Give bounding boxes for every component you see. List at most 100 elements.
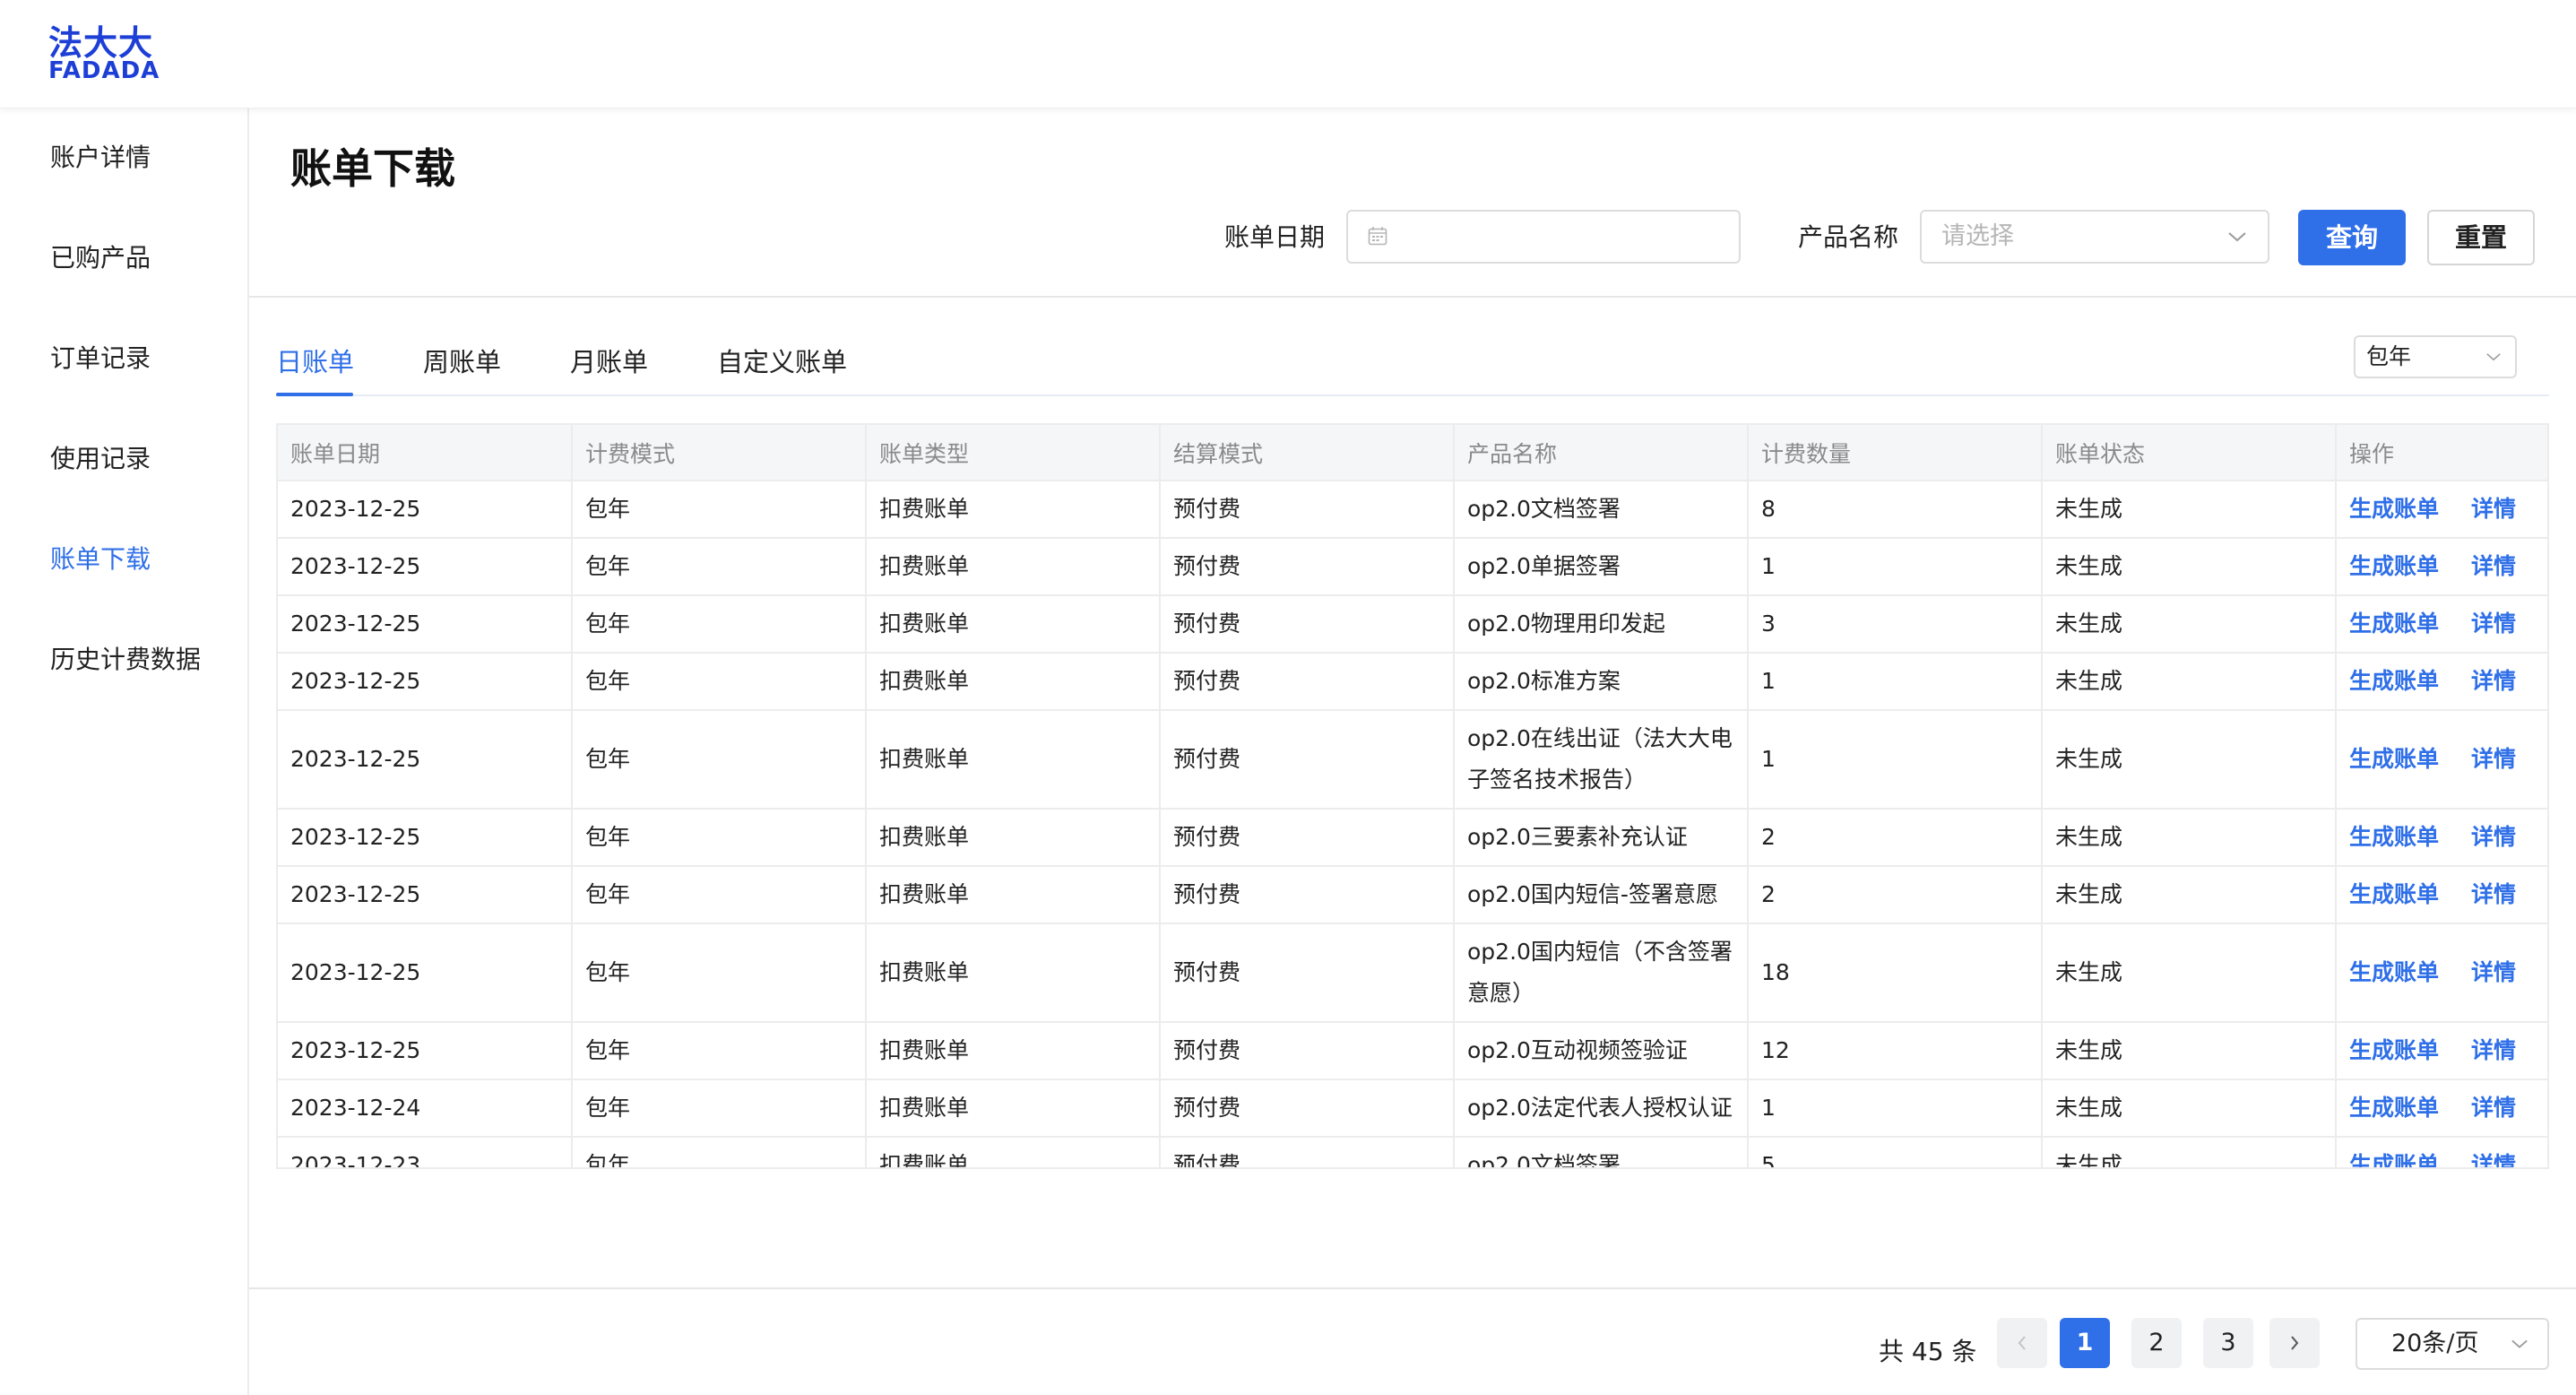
tab-daily-bill[interactable]: 日账单 <box>276 342 354 382</box>
cell-quantity: 1 <box>1748 710 2043 810</box>
detail-link[interactable]: 详情 <box>2471 668 2516 694</box>
cell-bill-date: 2023-12-25 <box>278 710 573 810</box>
detail-link[interactable]: 详情 <box>2471 881 2516 907</box>
detail-link[interactable]: 详情 <box>2471 824 2516 850</box>
generate-bill-link[interactable]: 生成账单 <box>2349 553 2439 579</box>
generate-bill-link[interactable]: 生成账单 <box>2349 881 2439 907</box>
billing-mode-select[interactable]: 包年 <box>2354 335 2517 378</box>
generate-bill-link[interactable]: 生成账单 <box>2349 496 2439 522</box>
cell-settlement-mode: 预付费 <box>1160 1137 1455 1167</box>
tab-custom-bill[interactable]: 自定义账单 <box>717 342 847 382</box>
cell-bill-status: 未生成 <box>2042 595 2337 654</box>
detail-link[interactable]: 详情 <box>2471 1095 2516 1121</box>
column-header-quantity[interactable]: 计费数量 <box>1748 425 2043 481</box>
table-row: 2023-12-25 包年 扣费账单 预付费 op2.0国内短信（不含签署意愿） 18 未生… <box>278 923 2547 1023</box>
sidebar: 账户详情 已购产品 订单记录 使用记录 账单下载 历史计费数据 <box>0 108 249 1395</box>
sidebar-item-usage-records[interactable]: 使用记录 <box>50 432 151 486</box>
sidebar-item-bill-download[interactable]: 账单下载 <box>50 533 151 586</box>
column-header-product-name[interactable]: 产品名称 <box>1454 425 1749 481</box>
reset-button[interactable]: 重置 <box>2427 210 2535 265</box>
cell-product-name: op2.0互动视频签验证 <box>1454 1022 1749 1080</box>
cell-product-name: op2.0物理用印发起 <box>1454 595 1749 654</box>
detail-link[interactable]: 详情 <box>2471 611 2516 637</box>
column-header-actions: 操作 <box>2336 425 2547 481</box>
bill-date-label: 账单日期 <box>1224 222 1326 252</box>
cell-bill-date: 2023-12-25 <box>278 538 573 596</box>
sidebar-item-order-records[interactable]: 订单记录 <box>50 332 151 386</box>
cell-bill-type: 扣费账单 <box>866 710 1161 810</box>
chevron-right-icon <box>2291 1336 2299 1350</box>
generate-bill-link[interactable]: 生成账单 <box>2349 1095 2439 1121</box>
generate-bill-link[interactable]: 生成账单 <box>2349 668 2439 694</box>
detail-link[interactable]: 详情 <box>2471 746 2516 772</box>
top-bar: 法大大 FADADA <box>0 0 2576 108</box>
column-header-bill-type[interactable]: 账单类型 <box>866 425 1161 481</box>
sidebar-item-history-billing[interactable]: 历史计费数据 <box>50 633 201 687</box>
bill-date-picker[interactable] <box>1346 210 1741 264</box>
generate-bill-link[interactable]: 生成账单 <box>2349 746 2439 772</box>
sidebar-item-account-details[interactable]: 账户详情 <box>50 131 151 185</box>
column-header-bill-date[interactable]: 账单日期 <box>278 425 573 481</box>
generate-bill-link[interactable]: 生成账单 <box>2349 1152 2439 1167</box>
cell-quantity: 8 <box>1748 481 2043 539</box>
detail-link[interactable]: 详情 <box>2471 496 2516 522</box>
page-2-button[interactable]: 2 <box>2131 1318 2182 1368</box>
cell-actions: 生成账单 详情 <box>2336 923 2547 1023</box>
cell-bill-date: 2023-12-25 <box>278 481 573 539</box>
column-header-billing-mode[interactable]: 计费模式 <box>572 425 867 481</box>
cell-actions: 生成账单 详情 <box>2336 1022 2547 1080</box>
query-button[interactable]: 查询 <box>2298 210 2406 265</box>
detail-link[interactable]: 详情 <box>2471 1037 2516 1063</box>
table-row: 2023-12-25 包年 扣费账单 预付费 op2.0标准方案 1 未生成 生成账单 详情 <box>278 653 2547 711</box>
page-1-button[interactable]: 1 <box>2060 1318 2110 1368</box>
detail-link[interactable]: 详情 <box>2471 553 2516 579</box>
cell-bill-status: 未生成 <box>2042 481 2337 539</box>
main-content: 账单下载 账单日期 产品名称 请选择 查询 重置 日账单 周账单 月账单 自定义… <box>249 108 2576 1395</box>
next-page-button[interactable] <box>2269 1318 2320 1368</box>
fadada-logo[interactable]: 法大大 FADADA <box>48 25 159 82</box>
cell-bill-date: 2023-12-25 <box>278 866 573 924</box>
prev-page-button[interactable] <box>1997 1318 2047 1368</box>
page-size-select[interactable]: 20条/页 <box>2356 1318 2549 1370</box>
cell-settlement-mode: 预付费 <box>1160 809 1455 867</box>
cell-settlement-mode: 预付费 <box>1160 710 1455 810</box>
tab-monthly-bill[interactable]: 月账单 <box>570 342 648 382</box>
chevron-down-icon <box>2228 232 2246 242</box>
cell-bill-status: 未生成 <box>2042 538 2337 596</box>
cell-settlement-mode: 预付费 <box>1160 653 1455 711</box>
generate-bill-link[interactable]: 生成账单 <box>2349 824 2439 850</box>
page-3-button[interactable]: 3 <box>2203 1318 2253 1368</box>
generate-bill-link[interactable]: 生成账单 <box>2349 611 2439 637</box>
product-name-select[interactable]: 请选择 <box>1920 210 2269 264</box>
cell-product-name: op2.0国内短信-签署意愿 <box>1454 866 1749 924</box>
table-row: 2023-12-25 包年 扣费账单 预付费 op2.0互动视频签验证 12 未生成 生成账单… <box>278 1022 2547 1080</box>
cell-quantity: 2 <box>1748 866 2043 924</box>
generate-bill-link[interactable]: 生成账单 <box>2349 1037 2439 1063</box>
cell-bill-status: 未生成 <box>2042 653 2337 711</box>
cell-product-name: op2.0单据签署 <box>1454 538 1749 596</box>
cell-bill-date: 2023-12-25 <box>278 653 573 711</box>
cell-settlement-mode: 预付费 <box>1160 1022 1455 1080</box>
cell-actions: 生成账单 详情 <box>2336 481 2547 539</box>
page-title: 账单下载 <box>290 144 455 193</box>
detail-link[interactable]: 详情 <box>2471 959 2516 985</box>
column-header-settlement-mode[interactable]: 结算模式 <box>1160 425 1455 481</box>
cell-bill-status: 未生成 <box>2042 923 2337 1023</box>
cell-settlement-mode: 预付费 <box>1160 923 1455 1023</box>
cell-bill-status: 未生成 <box>2042 809 2337 867</box>
cell-billing-mode: 包年 <box>572 866 867 924</box>
tab-weekly-bill[interactable]: 周账单 <box>423 342 501 382</box>
cell-quantity: 2 <box>1748 809 2043 867</box>
cell-bill-type: 扣费账单 <box>866 653 1161 711</box>
cell-bill-type: 扣费账单 <box>866 866 1161 924</box>
column-header-bill-status[interactable]: 账单状态 <box>2042 425 2337 481</box>
cell-product-name: op2.0三要素补充认证 <box>1454 809 1749 867</box>
chevron-down-icon <box>2486 353 2501 361</box>
detail-link[interactable]: 详情 <box>2471 1152 2516 1167</box>
total-count: 共 45 条 <box>1879 1337 1977 1366</box>
sidebar-item-purchased-products[interactable]: 已购产品 <box>50 231 151 285</box>
cell-bill-type: 扣费账单 <box>866 538 1161 596</box>
cell-bill-type: 扣费账单 <box>866 481 1161 539</box>
generate-bill-link[interactable]: 生成账单 <box>2349 959 2439 985</box>
bill-table-container[interactable]: 账单日期 计费模式 账单类型 结算模式 产品名称 计费数量 账单状态 操作 20… <box>276 423 2549 1169</box>
